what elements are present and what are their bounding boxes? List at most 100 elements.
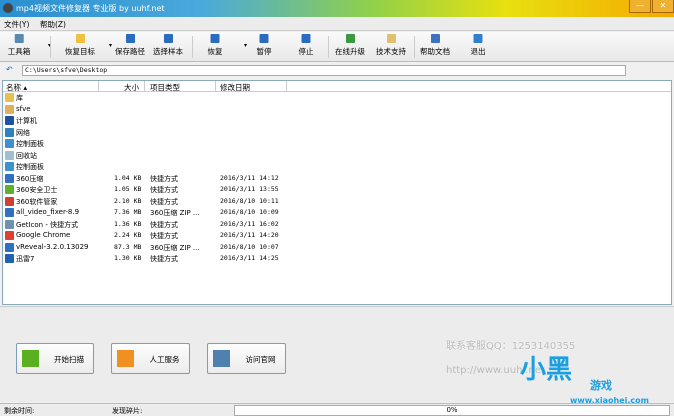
action-panel: 开始扫描 人工服务 访问官网 联系客服QQ：1253140355 http://ww… <box>0 306 674 405</box>
menu-file[interactable]: 文件(Y) <box>0 17 33 32</box>
address-bar: ↶ C:\Users\sfve\Desktop <box>0 63 674 78</box>
toolbar-separator <box>50 36 51 58</box>
toolbar-button-9[interactable]: 帮助文档 <box>420 34 450 57</box>
toolbar-button-2[interactable]: 保存路径 <box>115 34 145 57</box>
toolbar-separator <box>192 36 193 58</box>
menu-help[interactable]: 帮助(Z) <box>36 17 70 32</box>
progress-bar: 0% <box>234 405 670 416</box>
file-icon <box>5 104 14 114</box>
button-label: 访问官网 <box>245 355 276 364</box>
list-item[interactable]: 计算机 <box>3 115 671 127</box>
list-item[interactable]: 控制面板 <box>3 161 671 173</box>
file-type: 快捷方式 <box>150 232 178 240</box>
toolbar-button-8[interactable]: 技术支持 <box>376 34 406 57</box>
file-name: 360压缩 <box>16 174 44 183</box>
file-name: 回收站 <box>16 151 37 160</box>
file-type: 快捷方式 <box>150 255 178 263</box>
file-name: 网络 <box>16 128 30 137</box>
file-icon <box>5 185 14 194</box>
file-type: 快捷方式 <box>150 220 178 229</box>
toolbar-separator <box>414 36 415 58</box>
toolbar-label: 退出 <box>470 47 486 56</box>
file-icon <box>5 162 14 171</box>
toolbar-button-7[interactable]: 在线升级 <box>335 34 365 57</box>
list-item[interactable]: all_video_fixer-8.9 7.36 MB 360压缩 ZIP ... 2… <box>3 207 671 219</box>
manual-service-button[interactable]: 人工服务 <box>111 343 190 374</box>
file-name: 库 <box>16 94 23 102</box>
list-item[interactable]: sfve <box>3 104 671 116</box>
file-name: 360软件管家 <box>16 197 58 206</box>
file-name: all_video_fixer-8.9 <box>16 208 80 216</box>
toolbar-label: 在线升级 <box>335 47 365 56</box>
dropdown-arrow-icon[interactable]: ▾ <box>109 42 112 49</box>
support-icon <box>386 34 396 43</box>
stop-icon <box>301 34 311 43</box>
file-icon <box>5 208 14 217</box>
save-icon <box>125 34 135 43</box>
file-icon <box>5 196 14 206</box>
toolbar-button-1[interactable]: 恢复目标 <box>65 34 95 57</box>
dropdown-arrow-icon[interactable]: ▾ <box>244 42 247 49</box>
list-item[interactable]: 360压缩 1.04 KB 快捷方式 2016/3/11 14:12 <box>3 173 671 185</box>
button-label: 开始扫描 <box>54 355 84 364</box>
list-item[interactable]: 360安全卫士 1.05 KB 快捷方式 2016/3/11 13:55 <box>3 184 671 196</box>
toolbar-button-4[interactable]: 恢复 <box>208 34 223 57</box>
folder-open-icon <box>75 34 85 43</box>
back-icon[interactable]: ↶ <box>6 65 13 74</box>
file-name: 迅雷7 <box>16 255 35 263</box>
globe-icon <box>345 34 355 43</box>
file-date: 2016/8/10 10:11 <box>220 196 279 205</box>
toolbar-label: 恢复目标 <box>65 47 95 56</box>
toolbar-button-10[interactable]: 退出 <box>471 34 486 57</box>
toolbar-label: 暂停 <box>256 47 272 56</box>
file-name: vReveal-3.2.0.13029 <box>16 242 89 251</box>
file-icon <box>5 150 14 160</box>
file-date: 2016/3/11 14:12 <box>220 173 279 182</box>
file-icon <box>5 139 14 148</box>
file-type: 快捷方式 <box>150 174 178 183</box>
toolbar-label: 技术支持 <box>376 47 406 56</box>
visit-website-button[interactable]: 访问官网 <box>207 343 286 374</box>
watermark-brand: 小黑 <box>520 355 573 385</box>
toolbar-button-5[interactable]: 暂停 <box>257 34 272 57</box>
file-type: 快捷方式 <box>150 186 178 194</box>
file-size: 2.10 KB <box>114 196 142 205</box>
toolbar-button-6[interactable]: 停止 <box>299 34 314 57</box>
list-item[interactable]: 回收站 <box>3 150 671 162</box>
toolbar-button-0[interactable]: 工具箱 <box>8 34 30 57</box>
list-item[interactable]: 迅雷7 1.30 KB 快捷方式 2016/3/11 14:25 <box>3 253 671 265</box>
help-icon <box>430 34 440 43</box>
file-icon <box>5 173 14 183</box>
file-date: 2016/3/11 14:20 <box>220 231 279 239</box>
list-item[interactable]: 控制面板 <box>3 138 671 150</box>
path-input[interactable]: C:\Users\sfve\Desktop <box>22 65 626 76</box>
file-icon <box>5 93 14 102</box>
file-size: 2.24 KB <box>114 231 142 239</box>
list-item[interactable]: 库 <box>3 92 671 104</box>
close-button[interactable]: ✕ <box>652 0 674 13</box>
list-item[interactable]: 网络 <box>3 127 671 139</box>
file-type: 快捷方式 <box>150 197 178 206</box>
fragments-label: 发现碎片: <box>112 407 143 415</box>
list-item[interactable]: vReveal-3.2.0.13029 87.3 MB 360压缩 ZIP ... 2… <box>3 242 671 254</box>
minimize-button[interactable]: — <box>629 0 651 13</box>
start-scan-button[interactable]: 开始扫描 <box>16 343 94 374</box>
toolbar-label: 选择样本 <box>153 47 183 56</box>
file-date: 2016/3/11 14:25 <box>220 254 279 262</box>
list-item[interactable]: 360软件管家 2.10 KB 快捷方式 2016/8/10 10:11 <box>3 196 671 208</box>
file-type: 360压缩 ZIP ... <box>150 209 200 217</box>
file-name: 360安全卫士 <box>16 186 58 194</box>
list-item[interactable]: GetIcon - 快捷方式 1.36 KB 快捷方式 2016/3/11 16:02 <box>3 219 671 231</box>
file-icon <box>5 219 14 229</box>
file-icon <box>5 116 14 125</box>
toolbar-label: 恢复 <box>207 47 223 56</box>
file-type: 360压缩 ZIP ... <box>150 243 200 252</box>
status-bar: 剩余时间: 发现碎片: 0% <box>0 403 674 416</box>
list-item[interactable]: Google Chrome 2.24 KB 快捷方式 2016/3/11 14:20 <box>3 230 671 242</box>
file-icon <box>5 231 14 240</box>
file-size: 87.3 MB <box>114 242 142 251</box>
toolbar-label: 帮助文档 <box>420 47 450 56</box>
remaining-time-label: 剩余时间: <box>4 407 35 415</box>
file-name: sfve <box>16 104 31 113</box>
toolbar-button-3[interactable]: 选择样本 <box>153 34 183 57</box>
